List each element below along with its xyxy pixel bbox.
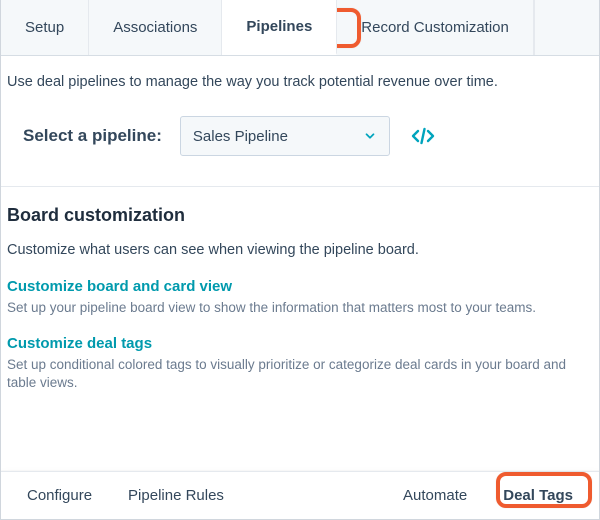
subtab-configure[interactable]: Configure (9, 472, 110, 519)
bottom-tab-bar: Configure Pipeline Rules Automate Deal T… (1, 471, 599, 519)
pipeline-select-value: Sales Pipeline (193, 128, 288, 145)
top-tab-filler (534, 0, 599, 55)
subtab-deal-tags[interactable]: Deal Tags (485, 472, 591, 519)
subtab-configure-label: Configure (27, 487, 92, 504)
board-customization-section: Board customization Customize what users… (1, 187, 599, 393)
link-customize-board-card-view[interactable]: Customize board and card view (7, 278, 593, 295)
tab-pipelines[interactable]: Pipelines (222, 0, 337, 55)
subtab-pipeline-rules-label: Pipeline Rules (128, 487, 224, 504)
caret-down-icon (363, 129, 377, 143)
intro-text: Use deal pipelines to manage the way you… (1, 74, 599, 90)
tab-setup[interactable]: Setup (1, 0, 89, 55)
pipeline-label: Select a pipeline: (23, 126, 162, 146)
link-customize-board-card-view-desc: Set up your pipeline board view to show … (7, 299, 593, 317)
subtab-pipeline-rules[interactable]: Pipeline Rules (110, 472, 242, 519)
tab-record-customization[interactable]: Record Customization (337, 0, 534, 55)
settings-frame: Setup Associations Pipelines Record Cust… (0, 0, 600, 520)
subtab-deal-tags-label: Deal Tags (503, 487, 573, 504)
tab-setup-label: Setup (25, 19, 64, 36)
top-tab-bar: Setup Associations Pipelines Record Cust… (1, 0, 599, 56)
pipeline-selector-row: Select a pipeline: Sales Pipeline (1, 90, 599, 186)
code-icon (411, 127, 435, 145)
link-customize-deal-tags[interactable]: Customize deal tags (7, 335, 593, 352)
tab-pipelines-label: Pipelines (246, 18, 312, 35)
embed-code-button[interactable] (408, 121, 438, 151)
board-customization-heading: Board customization (7, 205, 593, 226)
tab-associations-label: Associations (113, 19, 197, 36)
pipeline-select[interactable]: Sales Pipeline (180, 116, 390, 156)
tab-associations[interactable]: Associations (89, 0, 222, 55)
subtab-automate-label: Automate (403, 487, 467, 504)
body: Use deal pipelines to manage the way you… (1, 56, 599, 393)
link-customize-deal-tags-desc: Set up conditional colored tags to visua… (7, 356, 593, 392)
tab-record-customization-label: Record Customization (361, 19, 509, 36)
board-customization-desc: Customize what users can see when viewin… (7, 242, 593, 258)
subtab-automate[interactable]: Automate (385, 472, 485, 519)
